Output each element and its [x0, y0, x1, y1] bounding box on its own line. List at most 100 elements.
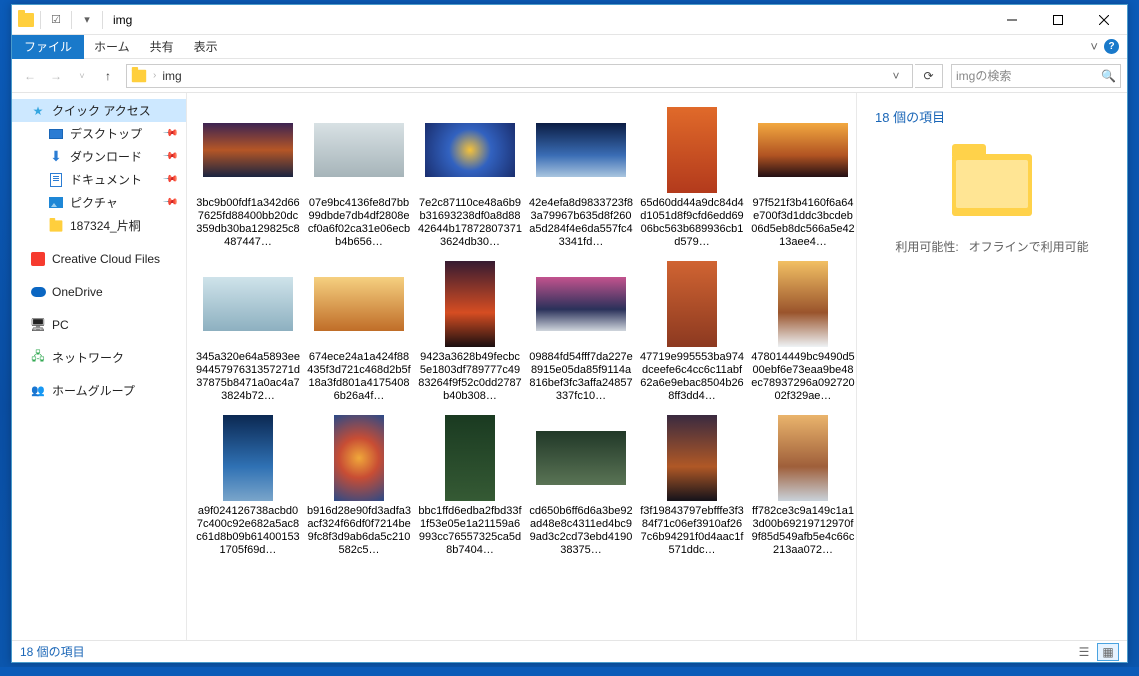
address-bar[interactable]: › img ˅ — [126, 64, 913, 88]
nav-custom-folder[interactable]: 187324_片桐 — [12, 214, 186, 237]
maximize-button[interactable] — [1035, 5, 1081, 35]
availability-label: 利用可能性: — [895, 240, 958, 254]
nav-downloads[interactable]: ⬇ダウンロード📌 — [12, 145, 186, 168]
view-thumbnails-button[interactable]: ▦ — [1097, 643, 1119, 661]
file-item[interactable]: ff782ce3c9a149c1a13d00b69219712970f9f85d… — [748, 411, 856, 557]
navigation-pane: ★クイック アクセス デスクトップ📌 ⬇ダウンロード📌 ドキュメント📌 ピクチャ… — [12, 93, 187, 640]
quick-access-toolbar: ☑ ▾ — [12, 11, 107, 29]
nav-documents[interactable]: ドキュメント📌 — [12, 168, 186, 191]
thumbnail — [304, 411, 414, 505]
thumbnail — [415, 103, 525, 197]
thumbnail — [193, 257, 303, 351]
status-bar: 18 個の項目 ☰ ▦ — [12, 640, 1127, 662]
recent-locations-button[interactable]: ˅ — [70, 64, 94, 88]
file-item[interactable]: 3bc9b00fdf1a342d667625fd88400bb20dc359db… — [193, 103, 303, 249]
file-name: 65d60dd44a9dc84d4d1051d8f9cfd6edd6906bc5… — [640, 197, 744, 249]
file-item[interactable]: 674ece24a1a424f88435f3d721c468d2b5f18a3f… — [304, 257, 414, 403]
nav-creative-cloud[interactable]: Creative Cloud Files — [12, 247, 186, 270]
star-icon: ★ — [30, 103, 46, 119]
document-icon — [48, 172, 64, 188]
nav-pictures[interactable]: ピクチャ📌 — [12, 191, 186, 214]
breadcrumb-img[interactable]: img — [162, 69, 181, 83]
properties-icon[interactable]: ☑ — [47, 11, 65, 29]
thumbnail — [526, 103, 636, 197]
file-item[interactable]: 9423a3628b49fecbc5e1803df789777c4983264f… — [415, 257, 525, 403]
file-name: 07e9bc4136fe8d7bb99dbde7db4df2808ecf0a6f… — [307, 197, 411, 249]
download-icon: ⬇ — [48, 149, 64, 165]
availability-value: オフラインで利用可能 — [969, 240, 1089, 254]
file-name: 09884fd54fff7da227e8915e05da85f9114a816b… — [529, 351, 633, 403]
taskbar-hint — [0, 667, 1139, 676]
search-icon[interactable]: 🔍 — [1101, 69, 1116, 83]
item-count: 18 個の項目 — [875, 107, 945, 126]
nav-homegroup[interactable]: 👥ホームグループ — [12, 379, 186, 402]
file-item[interactable]: a9f024126738acbd07c400c92e682a5ac8c61d8b… — [193, 411, 303, 557]
file-item[interactable]: 47719e995553ba974dceefe6c4cc6c11abf62a6e… — [637, 257, 747, 403]
address-bar-row: ← → ˅ ↑ › img ˅ ⟳ imgの検索 🔍 — [12, 59, 1127, 93]
creative-cloud-icon — [30, 251, 46, 267]
pin-icon: 📌 — [161, 125, 178, 142]
file-item[interactable]: 97f521f3b4160f6a64e700f3d1ddc3bcdeb06d5e… — [748, 103, 856, 249]
file-item[interactable]: 478014449bc9490d500ebf6e73eaa9be48ec7893… — [748, 257, 856, 403]
share-tab[interactable]: 共有 — [140, 38, 184, 55]
search-input[interactable]: imgの検索 🔍 — [951, 64, 1121, 88]
folder-icon — [18, 13, 34, 27]
file-item[interactable]: b916d28e90fd3adfa3acf324f66df0f7214be9fc… — [304, 411, 414, 557]
view-tab[interactable]: 表示 — [184, 38, 228, 55]
nav-onedrive[interactable]: OneDrive — [12, 280, 186, 303]
file-item[interactable]: 345a320e64a5893ee9445797631357271d37875b… — [193, 257, 303, 403]
file-tab[interactable]: ファイル — [12, 35, 84, 59]
onedrive-icon — [30, 284, 46, 300]
file-item[interactable]: 07e9bc4136fe8d7bb99dbde7db4df2808ecf0a6f… — [304, 103, 414, 249]
nav-up-button[interactable]: ↑ — [96, 64, 120, 88]
file-name: 9423a3628b49fecbc5e1803df789777c4983264f… — [418, 351, 522, 403]
file-name: bbc1ffd6edba2fbd33f1f53e05e1a21159a6993c… — [418, 505, 522, 557]
main-area: ★クイック アクセス デスクトップ📌 ⬇ダウンロード📌 ドキュメント📌 ピクチャ… — [12, 93, 1127, 640]
file-item[interactable]: cd650b6ff6d6a3be92ad48e8c4311ed4bc99ad3c… — [526, 411, 636, 557]
home-tab[interactable]: ホーム — [84, 38, 140, 55]
nav-forward-button[interactable]: → — [44, 64, 68, 88]
nav-network[interactable]: 🖧ネットワーク — [12, 346, 186, 369]
thumbnail — [637, 411, 747, 505]
pin-icon: 📌 — [161, 148, 178, 165]
thumbnail — [415, 411, 525, 505]
folder-icon — [132, 69, 146, 82]
file-item[interactable]: bbc1ffd6edba2fbd33f1f53e05e1a21159a6993c… — [415, 411, 525, 557]
availability-row: 利用可能性: オフラインで利用可能 — [895, 238, 1088, 255]
thumbnail — [526, 257, 636, 351]
nav-pc[interactable]: PC — [12, 313, 186, 336]
chevron-right-icon[interactable]: › — [153, 70, 156, 81]
file-item[interactable]: 42e4efa8d9833723f83a79967b635d8f260a5d28… — [526, 103, 636, 249]
folder-icon — [48, 218, 64, 234]
file-name: 47719e995553ba974dceefe6c4cc6c11abf62a6e… — [640, 351, 744, 403]
help-icon[interactable]: ? — [1104, 39, 1119, 54]
items-view[interactable]: 3bc9b00fdf1a342d667625fd88400bb20dc359db… — [187, 93, 856, 640]
nav-quick-access[interactable]: ★クイック アクセス — [12, 99, 186, 122]
details-pane: 18 個の項目 利用可能性: オフラインで利用可能 — [856, 93, 1127, 640]
nav-desktop[interactable]: デスクトップ📌 — [12, 122, 186, 145]
nav-back-button[interactable]: ← — [18, 64, 42, 88]
ribbon-collapse-icon[interactable]: ˅ — [1090, 39, 1098, 54]
file-name: ff782ce3c9a149c1a13d00b69219712970f9f85d… — [751, 505, 855, 557]
qat-dropdown-icon[interactable]: ▾ — [78, 11, 96, 29]
explorer-window: ☑ ▾ img ファイル ホーム 共有 表示 ˅ ? ← → ˅ ↑ › img — [11, 4, 1128, 663]
homegroup-icon: 👥 — [30, 383, 46, 399]
thumbnail — [526, 411, 636, 505]
picture-icon — [48, 195, 64, 211]
view-details-button[interactable]: ☰ — [1073, 643, 1095, 661]
title-bar: ☑ ▾ img — [12, 5, 1127, 35]
close-button[interactable] — [1081, 5, 1127, 35]
file-name: b916d28e90fd3adfa3acf324f66df0f7214be9fc… — [307, 505, 411, 557]
file-name: cd650b6ff6d6a3be92ad48e8c4311ed4bc99ad3c… — [529, 505, 633, 557]
file-name: f3f19843797ebfffe3f384f71c06ef3910af267c… — [640, 505, 744, 557]
file-name: 3bc9b00fdf1a342d667625fd88400bb20dc359db… — [196, 197, 300, 249]
file-item[interactable]: 09884fd54fff7da227e8915e05da85f9114a816b… — [526, 257, 636, 403]
file-item[interactable]: 7e2c87110ce48a6b9b31693238df0a8d8842644b… — [415, 103, 525, 249]
file-item[interactable]: 65d60dd44a9dc84d4d1051d8f9cfd6edd6906bc5… — [637, 103, 747, 249]
file-item[interactable]: f3f19843797ebfffe3f384f71c06ef3910af267c… — [637, 411, 747, 557]
address-dropdown-icon[interactable]: ˅ — [884, 64, 908, 88]
content-pane: 3bc9b00fdf1a342d667625fd88400bb20dc359db… — [187, 93, 1127, 640]
refresh-button[interactable]: ⟳ — [915, 64, 943, 88]
minimize-button[interactable] — [989, 5, 1035, 35]
thumbnail — [637, 103, 747, 197]
